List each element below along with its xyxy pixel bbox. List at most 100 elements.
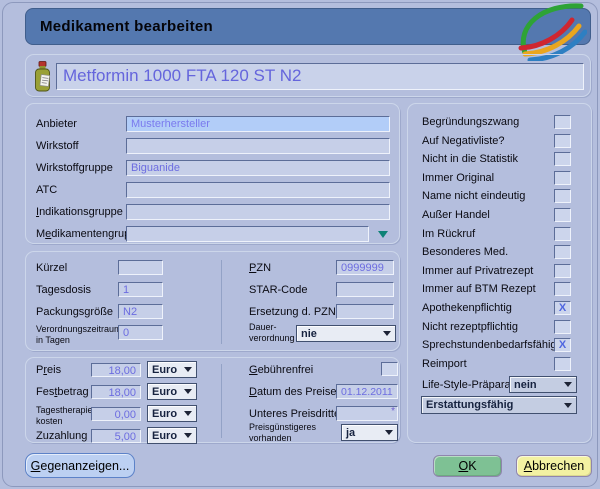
unteres-preisdrittel-field[interactable]: * [336,406,398,421]
dialog-title: Medikament bearbeiten [40,18,214,35]
indikationsgruppe-label: Indikationsgruppe [36,206,123,218]
festbetrag-label: Festbetrag [36,386,89,398]
apothekenpflichtig-checkbox[interactable]: X [554,300,571,315]
atc-label: ATC [36,184,58,196]
dauerverordnung-label: Dauer- verordnung [249,322,295,343]
wirkstoff-label: Wirkstoff [36,140,79,152]
pzn-field[interactable]: 0999999 [336,260,394,275]
preis-field[interactable]: 18,00 [91,363,141,377]
auf-negativliste-checkbox[interactable] [554,133,571,148]
chevron-down-icon [564,402,572,408]
zuzahlung-label: Zuzahlung [36,430,88,442]
besonderes-med-checkbox[interactable] [554,245,571,260]
life-style-praeparat-dropdown[interactable]: nein [509,376,577,393]
gegenanzeigen-button[interactable]: Gegenanzeigen... [25,453,135,478]
ok-button[interactable]: OK [433,455,502,477]
chevron-down-icon [184,433,192,438]
nicht-rezeptpflichtig-checkbox[interactable] [554,319,571,334]
indikationsgruppe-field[interactable] [126,204,390,220]
medication-name-field[interactable]: Metformin 1000 FTA 120 ST N2 [56,63,584,90]
flag-row: Immer auf Privatrezept [408,263,591,282]
flag-row: Besonderes Med. [408,244,591,263]
verordnungszeitraum-field[interactable]: 0 [118,325,163,340]
kuerzel-label: Kürzel [36,262,68,274]
flag-row: Immer auf BTM Rezept [408,281,591,300]
immer-original-checkbox[interactable] [554,170,571,185]
preis-currency-dropdown[interactable]: Euro [147,361,197,378]
gebuehrenfrei-checkbox[interactable] [381,362,398,376]
life-style-praeparat-label: Life-Style-Präparat [422,379,514,391]
datum-des-preises-field[interactable]: 01.12.2011 [336,384,398,399]
flag-row: Auf Negativliste? [408,133,591,152]
medikamentengruppe-dropdown-icon[interactable] [378,231,388,238]
reimport-checkbox[interactable] [554,356,571,371]
flag-row: Apothekenpflichtig X [408,300,591,319]
name-nicht-eindeutig-checkbox[interactable] [554,189,571,204]
medikamentengruppe-field[interactable] [126,226,369,242]
packungsgroesse-field[interactable]: N2 [118,304,163,319]
wirkstoff-field[interactable] [126,138,390,154]
flag-row: Außer Handel [408,207,591,226]
medication-bottle-icon [35,61,51,92]
chevron-down-icon [383,331,391,336]
ersetzung-pzn-field[interactable] [336,304,394,319]
preis-label: Preis [36,364,62,376]
dauerverordnung-dropdown[interactable]: nie [296,325,396,342]
chevron-down-icon [184,367,192,372]
required-asterisk: * [391,406,395,417]
zuzahlung-currency-dropdown[interactable]: Euro [147,427,197,444]
anbieter-label: Anbieter [36,118,77,130]
immer-privatrezept-checkbox[interactable] [554,263,571,278]
preisguenstigeres-dropdown[interactable]: ja [341,424,398,441]
sprechstundenbedarf-checkbox[interactable]: X [554,338,571,353]
ausser-handel-checkbox[interactable] [554,207,571,222]
flag-row: Immer Original [408,170,591,189]
tagesdosis-label: Tagesdosis [36,284,92,296]
abbrechen-button[interactable]: Abbrechen [516,455,592,477]
gebuehrenfrei-label: Gebührenfrei [249,364,314,376]
flag-row: Begründungszwang [408,114,591,133]
prices-panel: Preis 18,00 Euro Festbetrag 18,00 Euro T… [25,357,400,444]
packungsgroesse-label: Packungsgröße [36,306,114,318]
datum-des-preises-label: Datum des Preises [249,386,342,398]
flag-row: Nicht rezeptpflichtig [408,319,591,338]
prices-panel-divider [221,364,222,438]
general-fields-panel: Anbieter Musterhersteller Wirkstoff Wirk… [25,103,400,244]
codes-panel-divider [221,260,222,344]
flag-row: Nicht in die Statistik [408,151,591,170]
flags-list: Begründungszwang Auf Negativliste? Nicht… [408,114,591,374]
chevron-down-icon [184,411,192,416]
chevron-down-icon [564,382,572,387]
zuzahlung-field[interactable]: 5,00 [91,429,141,443]
wirkstoffgruppe-label: Wirkstoffgruppe [36,162,113,174]
pzn-label: PZN [249,262,272,274]
wirkstoffgruppe-field[interactable]: Biguanide [126,160,390,176]
tagestherapiekosten-field[interactable]: 0,00 [91,407,141,421]
tagesdosis-field[interactable]: 1 [118,282,163,297]
kuerzel-field[interactable] [118,260,163,275]
unteres-preisdrittel-label: Unteres Preisdrittel [249,408,343,420]
star-code-label: STAR-Code [249,284,308,296]
begruendungszwang-checkbox[interactable] [554,115,571,129]
anbieter-field[interactable]: Musterhersteller [126,116,390,132]
im-rueckruf-checkbox[interactable] [554,226,571,241]
nicht-in-statistik-checkbox[interactable] [554,152,571,167]
atc-field[interactable] [126,182,390,198]
festbetrag-currency-dropdown[interactable]: Euro [147,383,197,400]
chevron-down-icon [385,430,393,435]
medication-header-panel: Metformin 1000 FTA 120 ST N2 [25,54,591,97]
festbetrag-field[interactable]: 18,00 [91,385,141,399]
erstattungsfaehig-dropdown[interactable]: Erstattungsfähig [421,396,577,414]
flag-row: Reimport [408,356,591,375]
star-code-field[interactable] [336,282,394,297]
flags-panel: Begründungszwang Auf Negativliste? Nicht… [407,103,592,443]
flag-row: Sprechstundenbedarfsfähig X [408,337,591,356]
codes-panel: Kürzel Tagesdosis 1 Packungsgröße N2 Ver… [25,251,400,351]
brand-swoosh-logo [518,3,587,61]
medikament-bearbeiten-window: { "window": { "title": "Medikament bearb… [0,0,600,489]
tagestherapiekosten-currency-dropdown[interactable]: Euro [147,405,197,422]
flag-row: Im Rückruf [408,226,591,245]
verordnungszeitraum-label: Verordnungszeitraum in Tagen [36,324,122,345]
immer-btm-rezept-checkbox[interactable] [554,282,571,297]
preisguenstigeres-label: Preisgünstigeres vorhanden [249,422,317,443]
